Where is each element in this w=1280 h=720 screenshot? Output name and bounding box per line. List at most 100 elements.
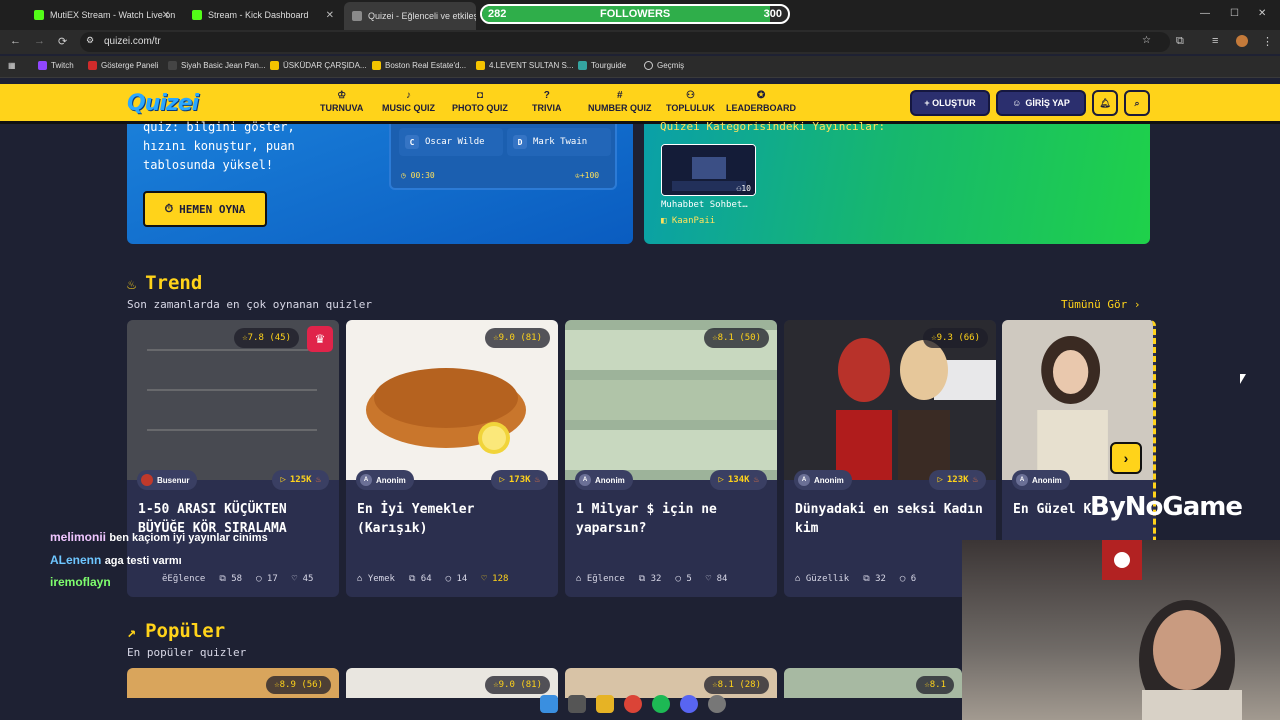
url-text: quizei.com/tr xyxy=(104,36,161,47)
notifications-button[interactable]: 🔔︎ xyxy=(1092,90,1118,116)
nav-photo-quiz[interactable]: ◘ PHOTO QUIZ xyxy=(452,90,508,113)
profile-avatar[interactable] xyxy=(1236,35,1248,47)
nav-trivia[interactable]: ? TRIVIA xyxy=(532,90,562,113)
author-badge[interactable]: A Anonim xyxy=(794,470,852,490)
windows-icon[interactable] xyxy=(540,695,558,713)
quiz-card[interactable]: ☆ 8.1 (50) A Anonim ▷ 134K ♨ 1 Milyar $ için… xyxy=(565,320,777,597)
bookmark-item[interactable]: ÜSKÜDAR ÇARŞIDA... xyxy=(270,61,367,70)
site-info-icon[interactable]: ⚙ xyxy=(86,35,94,46)
taskbar xyxy=(540,692,740,716)
nav-leaderboard[interactable]: ✪ LEADERBOARD xyxy=(726,90,796,113)
stream-title[interactable]: Muhabbet Sohbet… xyxy=(661,200,748,210)
bookmark-item[interactable]: Twitch xyxy=(38,61,74,70)
author-badge[interactable]: A Anonim xyxy=(575,470,633,490)
bookmark-item[interactable]: Boston Real Estate'd... xyxy=(372,61,466,70)
close-window-icon[interactable]: ✕ xyxy=(1258,8,1266,19)
like-count: ♡ 84 xyxy=(705,574,728,584)
login-button[interactable]: ☺ GİRİŞ YAP xyxy=(996,90,1086,116)
bookmarks-bar: ▦ Twitch Gösterge Paneli Siyah Basic Jea… xyxy=(0,56,1280,78)
author-badge[interactable]: A Anonim xyxy=(1012,470,1070,490)
chat-text: aga testi varmı xyxy=(104,555,182,567)
url-bar[interactable]: ⚙ quizei.com/tr ☆ xyxy=(80,32,1170,52)
bookmark-icon xyxy=(168,61,177,70)
followers-current: 282 xyxy=(488,8,507,20)
quiz-card-title[interactable]: En İyi Yemekler (Karışık) xyxy=(357,500,547,538)
apps-icon[interactable]: ▦ xyxy=(8,61,16,70)
chat-username: ALenenn xyxy=(50,553,102,567)
rating-badge: ☆ 9.3 (66) xyxy=(923,328,988,348)
nav-music-quiz[interactable]: ♪ MUSIC QUIZ xyxy=(382,90,435,113)
carousel-next-button[interactable]: › xyxy=(1110,442,1142,474)
play-now-button[interactable]: ⏱ HEMEN OYNA xyxy=(143,191,267,227)
popular-card[interactable]: ☆ 8.9 (56) xyxy=(127,668,339,698)
search-button[interactable]: ⌕ xyxy=(1124,90,1150,116)
stream-thumbnail[interactable]: ⚇10 xyxy=(661,144,756,196)
comment-icon: ◯ xyxy=(445,574,457,584)
bookmark-item[interactable]: Geçmiş xyxy=(644,61,684,70)
play-icon: ▷ xyxy=(937,475,943,485)
popular-card[interactable]: ☆ 8.1 xyxy=(784,668,962,698)
close-icon[interactable]: ✕ xyxy=(326,10,334,21)
category: ĕEğlence xyxy=(162,574,206,584)
history-icon xyxy=(644,61,653,70)
reload-icon[interactable]: ⟳ xyxy=(58,35,67,48)
nav-turnuva[interactable]: ♔ TURNUVA xyxy=(320,90,363,113)
comment-icon: ◯ xyxy=(256,574,267,584)
bookmark-icon xyxy=(372,61,381,70)
crown-icon: ♛ xyxy=(307,326,333,352)
create-button[interactable]: + OLUŞTUR xyxy=(910,90,990,116)
folder-icon[interactable] xyxy=(596,695,614,713)
menu-icon[interactable]: ⋮ xyxy=(1262,35,1273,48)
discord-icon[interactable] xyxy=(680,695,698,713)
back-icon[interactable]: ← xyxy=(10,35,21,47)
browser-tab[interactable]: MutiEX Stream - Watch Live on ✕ xyxy=(26,4,176,26)
close-icon[interactable]: ✕ xyxy=(162,10,170,21)
heart-icon: ♡ xyxy=(705,574,717,584)
queue-icon[interactable]: ≡ xyxy=(1212,35,1218,47)
app-icon[interactable] xyxy=(708,695,726,713)
popular-card[interactable]: ☆ 9.0 (81) xyxy=(346,668,558,698)
see-all-link[interactable]: Tümünü Gör › xyxy=(1061,298,1140,311)
quiz-option[interactable]: D Mark Twain xyxy=(507,128,611,156)
extensions-icon[interactable]: ⧉ xyxy=(1176,35,1184,48)
quiz-card-title[interactable]: 1 Milyar $ için ne yaparsın? xyxy=(576,500,766,538)
author-badge[interactable]: A Anonim xyxy=(356,470,414,490)
browser-tab[interactable]: Stream - Kick Dashboard ✕ xyxy=(184,4,340,26)
author-badge[interactable]: Busenur xyxy=(137,470,198,490)
nav-number-quiz[interactable]: # NUMBER QUIZ xyxy=(588,90,652,113)
bookmark-item[interactable]: Tourguide xyxy=(578,61,626,70)
spotify-icon[interactable] xyxy=(652,695,670,713)
quiz-card-stats: ⌂ Yemek ⧉ 64 ◯ 14 ♡ 128 xyxy=(357,574,550,584)
site-logo[interactable]: Quizei xyxy=(127,91,199,116)
quizei-icon xyxy=(352,11,362,21)
bookmark-item[interactable]: Gösterge Paneli xyxy=(88,61,158,70)
webcam-image xyxy=(1102,540,1242,720)
plays-badge: ▷ 134K ♨ xyxy=(710,470,767,490)
followers-label: FOLLOWERS xyxy=(600,8,671,20)
question-count: ⧉ 32 xyxy=(863,574,886,584)
comment-count: ◯ 14 xyxy=(445,574,468,584)
quiz-card[interactable]: ☆ 9.0 (81) A Anonim ▷ 173K ♨ En İyi Yemekler… xyxy=(346,320,558,597)
nav-topluluk[interactable]: ⚇ TOPLULUK xyxy=(666,90,715,113)
trophy-icon: ♔ xyxy=(337,90,347,101)
forward-icon[interactable]: → xyxy=(34,35,45,47)
question-count: ⧉ 32 xyxy=(638,574,662,584)
avatar xyxy=(141,474,153,486)
stream-user[interactable]: ◧ KaanPaii xyxy=(661,216,715,226)
plays-badge: ▷ 173K ♨ xyxy=(491,470,548,490)
search-icon[interactable] xyxy=(568,695,586,713)
browser-tab-active[interactable]: Quizei - Eğlenceli ve etkileşimli xyxy=(344,2,476,30)
question-count: ⧉ 64 xyxy=(408,574,432,584)
chrome-icon[interactable] xyxy=(624,695,642,713)
maximize-icon[interactable]: ☐ xyxy=(1230,8,1239,19)
bookmark-item[interactable]: Siyah Basic Jean Pan... xyxy=(168,61,266,70)
star-icon[interactable]: ☆ xyxy=(1142,35,1151,46)
quiz-option[interactable]: C Oscar Wilde xyxy=(399,128,503,156)
minimize-icon[interactable]: — xyxy=(1200,8,1210,19)
rating-badge: ☆ 8.1 xyxy=(916,676,954,694)
play-icon: ▷ xyxy=(718,475,724,485)
flame-icon: ♨ xyxy=(127,275,146,293)
bookmark-item[interactable]: 4.LEVENT SULTAN S... xyxy=(476,61,573,70)
quiz-card-title[interactable]: Dünyadaki en seksi Kadın kim xyxy=(795,500,985,538)
webcam-overlay xyxy=(962,540,1280,720)
